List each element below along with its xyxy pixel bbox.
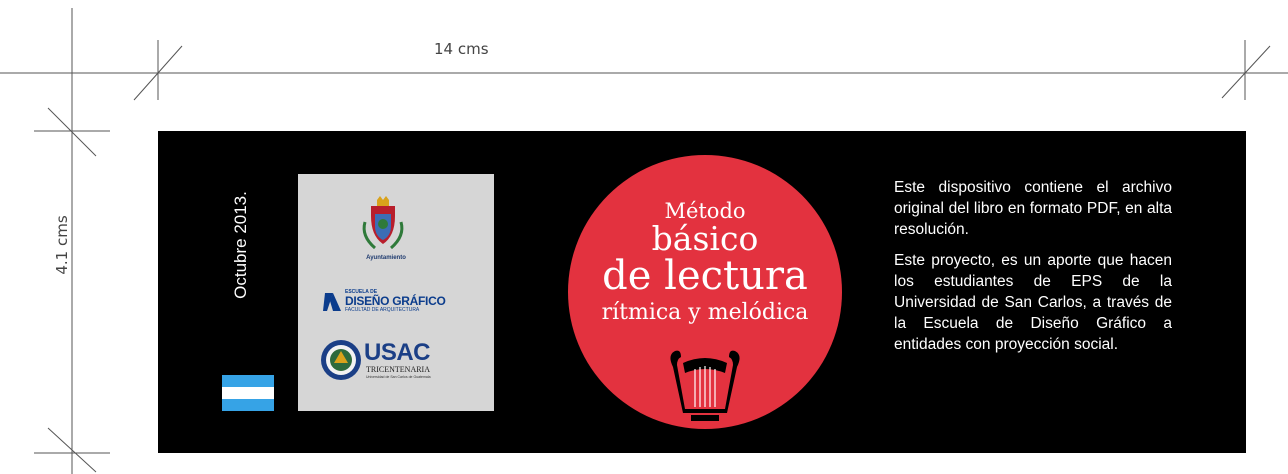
usac-logo: USAC TRICENTENARIA Universidad de San Ca… [320,339,470,383]
guatemala-flag-icon [222,375,274,411]
info-text: Este dispositivo contiene el archivo ori… [894,177,1172,365]
disc-label: Octubre 2013. Ayuntamiento ESCUELA DE DI… [158,131,1246,453]
municipality-title: Ayuntamiento [366,255,406,261]
title-line-3: de lectura [602,253,808,299]
usac-university-name: Universidad de San Carlos de Guatemala [366,375,431,379]
sponsor-logos-panel: Ayuntamiento ESCUELA DE DISEÑO GRÁFICO F… [298,174,494,411]
title-circle: Método básico de lectura rítmica y melód… [568,155,842,429]
design-school-name: DISEÑO GRÁFICO [345,294,446,308]
design-school-sub: FACULTAD DE ARQUITECTURA [345,307,420,313]
date-column: Octubre 2013. [221,165,261,325]
design-school-logo: ESCUELA DE DISEÑO GRÁFICO FACULTAD DE AR… [323,289,453,317]
usac-name: USAC [364,339,431,366]
usac-seal-icon [321,340,361,380]
title-line-4: rítmica y melódica [601,300,809,325]
crop-tick-top-right [1221,45,1271,99]
height-dimension-label: 4.1 cms [53,215,71,275]
usac-subtitle: TRICENTENARIA [366,365,430,374]
info-paragraph-2: Este proyecto, es un aporte que hacen lo… [894,252,1172,353]
width-dimension-label: 14 cms [434,40,489,58]
lyre-icon [670,350,740,421]
design-school-mark-icon [323,293,341,311]
date-text: Octubre 2013. [231,191,250,299]
info-paragraph-1: Este dispositivo contiene el archivo ori… [894,179,1172,238]
